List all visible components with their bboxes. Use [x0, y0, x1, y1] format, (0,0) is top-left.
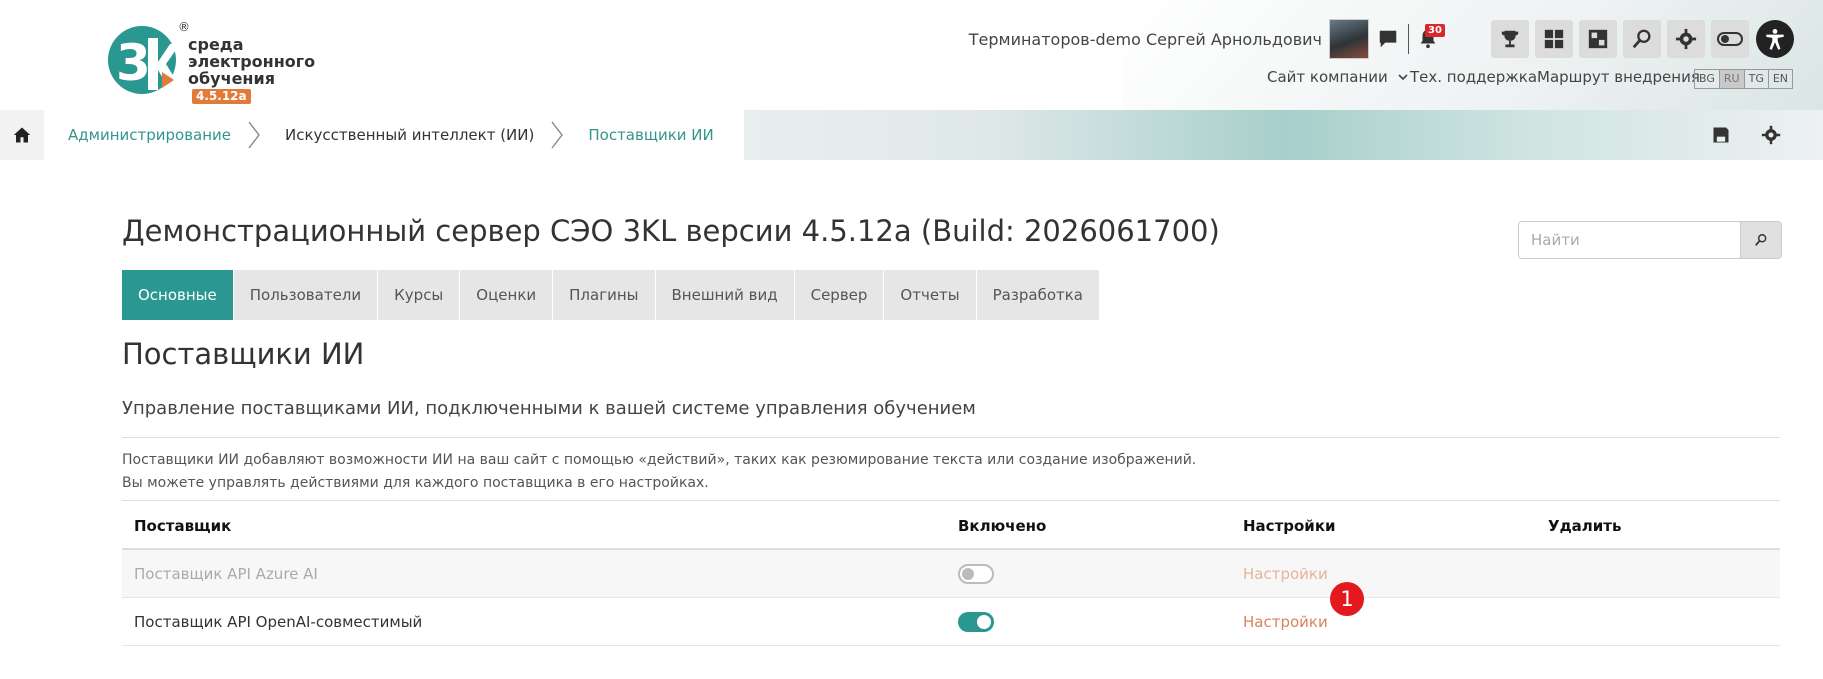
step-marker: 1: [1330, 582, 1364, 616]
lang-ru[interactable]: RU: [1719, 70, 1745, 88]
tab-reports[interactable]: Отчеты: [884, 270, 977, 320]
description-line-1: Поставщики ИИ добавляют возможности ИИ н…: [122, 452, 1197, 468]
breadcrumb: Администрирование Искусственный интеллек…: [0, 110, 744, 160]
enabled-cell: [946, 563, 1231, 584]
chevron-right-icon: [551, 121, 564, 149]
tab-plugins[interactable]: Плагины: [553, 270, 656, 320]
search-input[interactable]: [1519, 222, 1740, 258]
breadcrumb-admin[interactable]: Администрирование: [44, 110, 247, 160]
user-name[interactable]: Терминаторов-demo Сергей Арнольдович: [969, 30, 1322, 49]
lang-bg[interactable]: BG: [1695, 70, 1720, 88]
breadcrumb-ai-providers[interactable]: Поставщики ИИ: [564, 110, 729, 160]
description-line-2: Вы можете управлять действиями для каждо…: [122, 475, 709, 491]
company-site-label: Сайт компании: [1267, 68, 1388, 86]
gear-icon: [1761, 125, 1781, 145]
admin-search: [1518, 221, 1782, 259]
enable-toggle[interactable]: [958, 563, 994, 584]
tab-development[interactable]: Разработка: [976, 270, 1100, 320]
breadcrumb-ai[interactable]: Искусственный интеллект (ИИ): [261, 110, 550, 160]
divider: [122, 437, 1780, 438]
table-row: Поставщик API OpenAI-совместимый Настрой…: [122, 598, 1780, 646]
table-row: Поставщик API Azure AI Настройки: [122, 550, 1780, 598]
header-delete: Удалить: [1548, 516, 1622, 535]
blocks-button[interactable]: [1579, 20, 1617, 58]
provider-name: Поставщик API OpenAI-совместимый: [134, 612, 423, 631]
enabled-cell: [946, 611, 1231, 632]
save-icon: [1713, 127, 1729, 143]
support-link[interactable]: Тех. поддержка: [1410, 68, 1537, 86]
logo-text: среда электронного обучения4.5.12a: [188, 36, 334, 104]
avatar[interactable]: [1329, 19, 1369, 59]
header-separator: [1408, 24, 1409, 54]
search-icon: [1755, 234, 1767, 246]
lang-tg[interactable]: TG: [1745, 70, 1769, 88]
settings-button[interactable]: [1667, 20, 1705, 58]
svg-text:3: 3: [116, 34, 151, 92]
registered-mark: ®: [178, 20, 190, 34]
chevron-right-icon: [248, 121, 260, 149]
gear-icon: [1675, 28, 1697, 50]
breadcrumb-decoration: [630, 110, 1823, 160]
header-provider: Поставщик: [134, 516, 232, 535]
chevron-down-icon: [1397, 74, 1408, 81]
section-subtitle: Управление поставщиками ИИ, подключенным…: [122, 398, 976, 419]
breadcrumb-bar: Администрирование Искусственный интеллек…: [0, 110, 1823, 160]
toggle-knob: [962, 567, 974, 580]
enable-toggle[interactable]: [958, 611, 994, 632]
provider-name: Поставщик API Azure AI: [134, 564, 318, 583]
toggle-knob: [977, 614, 991, 629]
providers-table: Поставщик Включено Настройки Удалить Пос…: [122, 503, 1780, 646]
company-site-menu[interactable]: Сайт компании: [1267, 68, 1409, 86]
home-button[interactable]: [0, 110, 44, 160]
page-settings-button[interactable]: [1758, 122, 1784, 148]
achievements-button[interactable]: [1491, 20, 1529, 58]
tab-appearance[interactable]: Внешний вид: [655, 270, 795, 320]
settings-link[interactable]: Настройки: [1243, 565, 1328, 583]
logo-mark-icon: 3: [108, 26, 182, 94]
toggle-icon: [1717, 32, 1743, 46]
home-icon: [13, 127, 31, 143]
page-heading: Демонстрационный сервер СЭО 3KL версии 4…: [122, 214, 1220, 248]
tab-courses[interactable]: Курсы: [378, 270, 461, 320]
global-search-button[interactable]: [1623, 20, 1661, 58]
logo-line-1: среда: [188, 35, 244, 54]
header-enabled: Включено: [958, 516, 1047, 535]
tab-grades[interactable]: Оценки: [460, 270, 554, 320]
language-switcher: BG RU TG EN: [1694, 69, 1794, 89]
chat-icon[interactable]: [1377, 28, 1399, 50]
dashboard-button[interactable]: [1535, 20, 1573, 58]
admin-tabs: Основные Пользователи Курсы Оценки Плаги…: [122, 270, 1100, 320]
accessibility-icon: [1766, 29, 1784, 50]
settings-cell: Настройки: [1231, 565, 1536, 583]
notifications-badge: 30: [1425, 24, 1445, 37]
tab-general[interactable]: Основные: [122, 270, 234, 320]
tab-users[interactable]: Пользователи: [233, 270, 379, 320]
search-icon: [1632, 29, 1651, 49]
table-header: Поставщик Включено Настройки Удалить: [122, 503, 1780, 550]
lang-en[interactable]: EN: [1769, 70, 1792, 88]
site-header: 3 ® среда электронного обучения4.5.12a Т…: [0, 0, 1823, 110]
section-title: Поставщики ИИ: [122, 337, 365, 371]
logo-line-3-wrap: обучения4.5.12a: [188, 70, 334, 104]
version-badge: 4.5.12a: [192, 89, 251, 104]
divider: [122, 500, 1780, 501]
site-logo[interactable]: 3 ® среда электронного обучения4.5.12a: [104, 18, 334, 104]
search-submit-button[interactable]: [1740, 222, 1781, 258]
header-settings: Настройки: [1243, 516, 1336, 535]
trophy-icon: [1501, 30, 1519, 48]
logo-line-3: обучения: [188, 69, 275, 88]
accessibility-button[interactable]: [1756, 20, 1794, 58]
route-link[interactable]: Маршрут внедрения: [1537, 68, 1700, 86]
settings-cell: Настройки: [1231, 613, 1536, 631]
logo-line-2: электронного: [188, 52, 316, 71]
puzzle-icon: [1588, 29, 1608, 49]
save-button[interactable]: [1708, 122, 1734, 148]
description: Поставщики ИИ добавляют возможности ИИ н…: [122, 449, 1196, 495]
dashboard-icon: [1544, 29, 1564, 49]
tab-server[interactable]: Сервер: [794, 270, 885, 320]
settings-link[interactable]: Настройки: [1243, 613, 1328, 631]
theme-toggle-button[interactable]: [1711, 20, 1749, 58]
